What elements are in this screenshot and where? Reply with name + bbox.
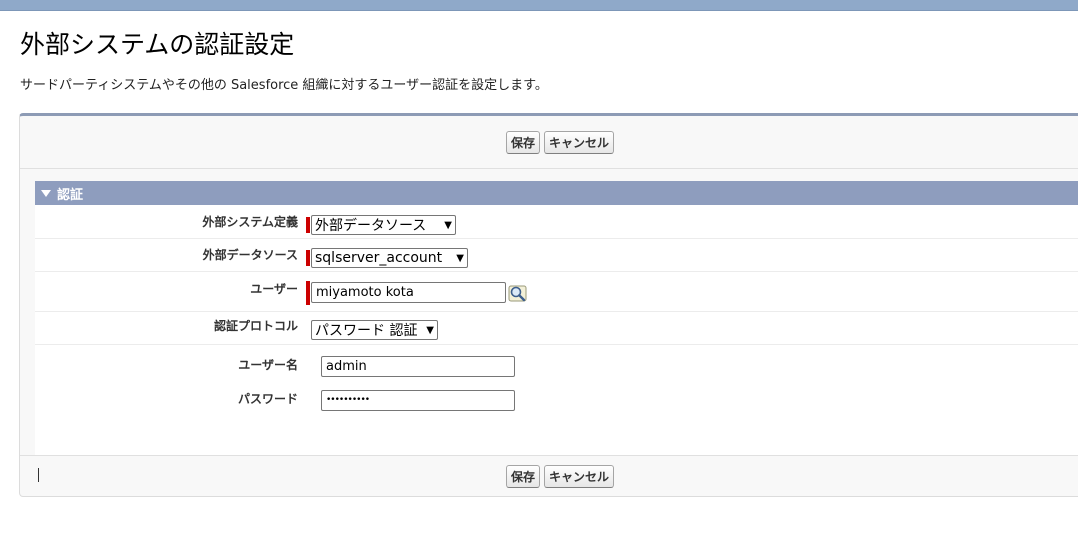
required-marker [306,217,310,233]
user-label: ユーザー [250,282,298,296]
chevron-down-icon: ▼ [444,219,452,231]
required-marker [306,250,310,266]
top-banner [0,0,1078,11]
lookup-search-icon[interactable] [508,283,528,303]
protocol-label: 認証プロトコル [213,319,298,333]
form-row-external-system: 外部システム定義 外部データソース ▼ [35,205,1078,239]
save-button-top[interactable]: 保存 [505,130,540,154]
cancel-button-top[interactable]: キャンセル [544,130,615,154]
page-title: 外部システムの認証設定 [20,30,295,59]
user-input[interactable] [311,282,506,303]
username-label: ユーザー名 [238,358,298,372]
external-system-select[interactable]: 外部データソース ▼ [311,215,456,235]
bottom-button-row: 保存 キャンセル [20,455,1078,496]
required-marker [306,281,310,305]
auth-settings-panel: 保存 キャンセル 認証 外部システム定義 外部データソース ▼ 外部データソース… [19,113,1078,497]
form-row-credentials: ユーザー名 パスワード •••••••••• [35,344,1078,455]
external-system-label: 外部システム定義 [202,215,298,229]
top-button-row: 保存 キャンセル [20,116,1078,169]
form-row-user: ユーザー [35,271,1078,312]
chevron-down-icon: ▼ [456,252,464,264]
protocol-select[interactable]: パスワード 認証 ▼ [311,320,438,340]
save-button-bottom[interactable]: 保存 [505,464,540,488]
section-header-auth[interactable]: 認証 [35,181,1078,205]
collapse-triangle-icon[interactable] [41,189,51,197]
password-label: パスワード [237,392,298,406]
username-input[interactable] [321,356,515,377]
form-row-data-source: 外部データソース sqlserver_account ▼ [35,238,1078,272]
auth-form: 外部システム定義 外部データソース ▼ 外部データソース sqlserver_a… [35,205,1078,455]
data-source-label: 外部データソース [202,248,298,262]
password-input[interactable]: •••••••••• [321,390,515,411]
chevron-down-icon: ▼ [426,324,434,336]
form-row-protocol: 認証プロトコル パスワード 認証 ▼ [35,311,1078,345]
page-description: サードパーティシステムやその他の Salesforce 組織に対するユーザー認証… [20,78,548,93]
cancel-button-bottom[interactable]: キャンセル [544,464,615,488]
data-source-select[interactable]: sqlserver_account ▼ [311,248,468,268]
section-title: 認証 [57,187,84,203]
